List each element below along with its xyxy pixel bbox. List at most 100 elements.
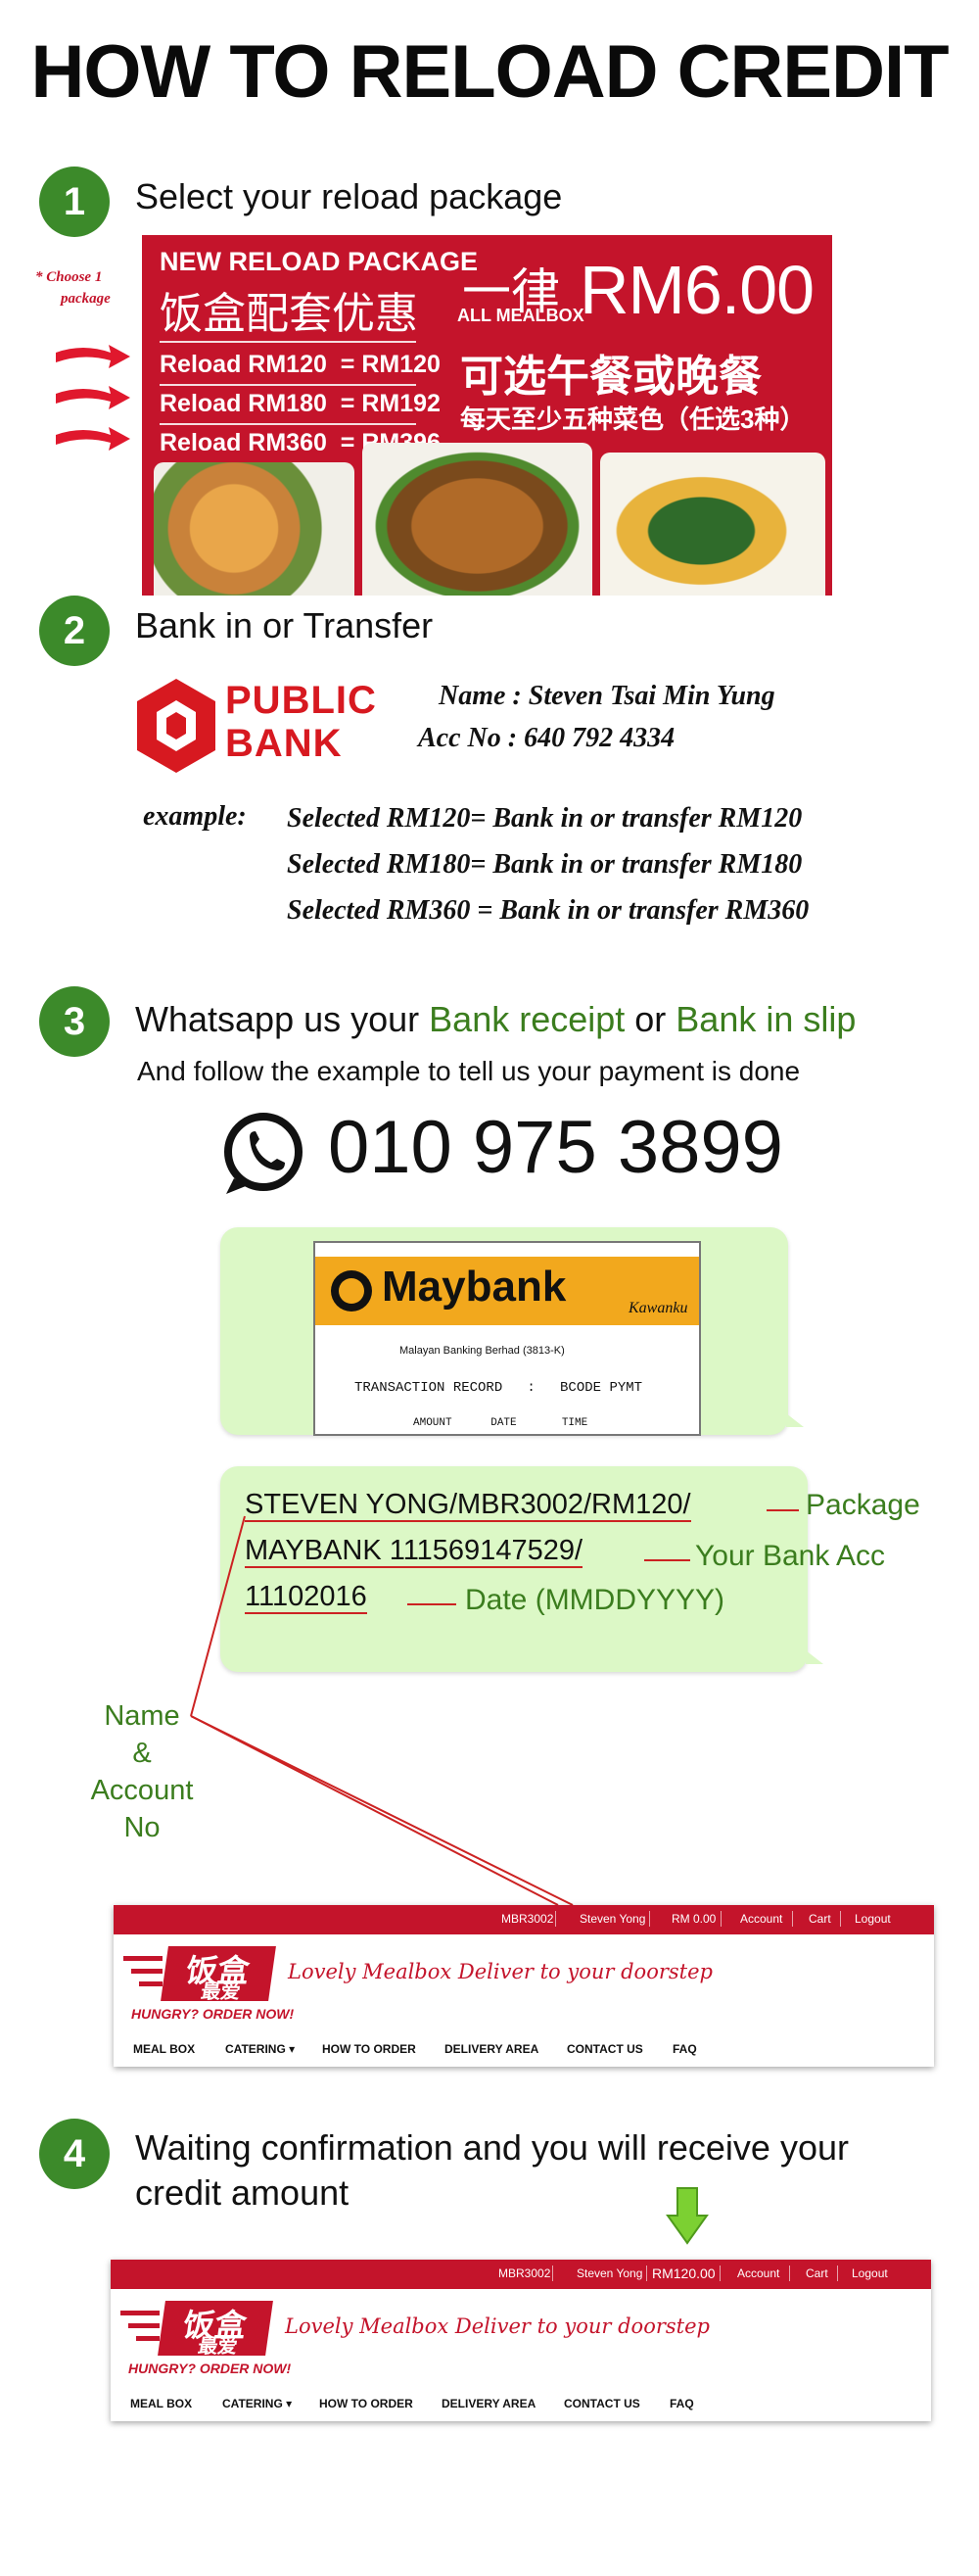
package-180[interactable]: Reload RM180 = RM192 <box>160 390 441 418</box>
green-down-arrow-icon <box>666 2187 709 2245</box>
step-4-title-line-1: Waiting confirmation and you will receiv… <box>135 2127 849 2168</box>
red-arrows-icon <box>56 345 130 451</box>
nav-faq[interactable]: FAQ <box>670 2397 694 2410</box>
topbar-separator <box>840 1911 841 1927</box>
public-bank-name-2: BANK <box>225 722 343 765</box>
topbar-separator <box>792 1911 793 1927</box>
topbar-separator <box>552 2266 553 2281</box>
site-slogan-hungry: HUNGRY? ORDER NOW! <box>128 2361 292 2376</box>
reload-package-banner: NEW RELOAD PACKAGE 饭盒配套优惠 Reload RM120 =… <box>142 235 832 596</box>
example-360: Selected RM360 = Bank in or transfer RM3… <box>287 895 810 926</box>
topbar-logout-link[interactable]: Logout <box>852 2266 888 2280</box>
annotation-connector-lines <box>190 1515 574 1906</box>
nav-delivery-area[interactable]: DELIVERY AREA <box>442 2397 536 2410</box>
maybank-header: Maybank Kawanku <box>315 1257 699 1325</box>
receipt-message-bubble: Maybank Kawanku Malayan Banking Berhad (… <box>220 1227 804 1436</box>
nav-contact-us[interactable]: CONTACT US <box>567 2042 643 2056</box>
step-2-title: Bank in or Transfer <box>135 605 434 645</box>
maybank-subbrand: Kawanku <box>629 1300 688 1316</box>
step-3-title: Whatsapp us your Bank receipt or Bank in… <box>135 999 856 1040</box>
account-number: Acc No : 640 792 4334 <box>418 723 676 753</box>
topbar-username[interactable]: Steven Yong <box>577 2266 642 2280</box>
step-2-badge: 2 <box>39 596 110 666</box>
logo-stripe <box>131 1969 163 1974</box>
bubble-tail <box>786 1413 804 1427</box>
maybank-brand: Maybank <box>382 1263 567 1311</box>
food-photo-2 <box>362 443 592 596</box>
topbar-separator <box>720 2266 721 2281</box>
package-120[interactable]: Reload RM120 = RM120 <box>160 351 441 379</box>
example-120: Selected RM120= Bank in or transfer RM12… <box>287 803 803 834</box>
banner-heading: NEW RELOAD PACKAGE <box>160 247 479 276</box>
nav-contact-us[interactable]: CONTACT US <box>564 2397 640 2410</box>
nav-meal-box[interactable]: MEAL BOX <box>133 2042 195 2056</box>
nav-catering[interactable]: CATERING ▾ <box>222 2397 292 2410</box>
receipt-image: Maybank Kawanku Malayan Banking Berhad (… <box>313 1241 701 1436</box>
choose-note: * Choose 1 package <box>35 266 111 310</box>
bank-in-slip-text: Bank in slip <box>676 999 857 1039</box>
public-bank-logo: PUBLIC BANK <box>135 673 399 779</box>
choose-note-line-2: package <box>61 291 111 307</box>
step-4-badge: 4 <box>39 2119 110 2189</box>
example-180: Selected RM180= Bank in or transfer RM18… <box>287 849 803 880</box>
topbar-account-link[interactable]: Account <box>740 1912 782 1926</box>
site-tagline: Lovely Mealbox Deliver to your doorstep <box>285 2314 710 2338</box>
nav-faq[interactable]: FAQ <box>673 2042 697 2056</box>
site-header-before: MBR3002 Steven Yong RM 0.00 Account Cart… <box>114 1905 934 2067</box>
step-1-title: Select your reload package <box>135 176 563 216</box>
site-logo-text-2: 最爱 <box>196 2336 239 2358</box>
topbar-separator <box>649 1911 650 1927</box>
nav-how-to-order[interactable]: HOW TO ORDER <box>319 2397 413 2410</box>
step-3-badge: 3 <box>39 986 110 1057</box>
receipt-record: TRANSACTION RECORD : BCODE PYMT <box>354 1380 643 1396</box>
lunch-dinner-cn: 可选午餐或晚餐 <box>460 353 762 401</box>
whatsapp-icon <box>224 1113 303 1194</box>
site-logo-text-2: 最爱 <box>199 1981 242 2003</box>
banner-rule <box>160 423 416 425</box>
site-slogan-hungry: HUNGRY? ORDER NOW! <box>131 2006 295 2022</box>
site-topbar: MBR3002 Steven Yong RM120.00 Account Car… <box>111 2260 931 2289</box>
logo-stripe <box>123 1956 163 1961</box>
topbar-separator <box>837 2266 838 2281</box>
topbar-credit-updated[interactable]: RM120.00 <box>652 2266 716 2281</box>
topbar-cart-link[interactable]: Cart <box>809 1912 831 1926</box>
nav-catering[interactable]: CATERING ▾ <box>225 2042 295 2056</box>
public-bank-emblem-icon <box>137 679 215 773</box>
site-header-after: MBR3002 Steven Yong RM120.00 Account Car… <box>111 2260 931 2421</box>
step-3-title-text: Whatsapp us your <box>135 999 430 1039</box>
topbar-cart-link[interactable]: Cart <box>806 2266 828 2280</box>
step-1-badge: 1 <box>39 167 110 237</box>
nav-delivery-area[interactable]: DELIVERY AREA <box>444 2042 538 2056</box>
food-photo-3 <box>600 453 825 596</box>
step-3-title-or: or <box>625 999 676 1039</box>
site-logo[interactable]: 饭盒 最爱 <box>158 2301 273 2358</box>
topbar-credit[interactable]: RM 0.00 <box>672 1912 716 1926</box>
nav-how-to-order[interactable]: HOW TO ORDER <box>322 2042 416 2056</box>
topbar-separator <box>721 1911 722 1927</box>
topbar-username[interactable]: Steven Yong <box>580 1912 645 1926</box>
choose-note-line-1: * Choose 1 <box>35 269 103 285</box>
example-label: example: <box>143 801 247 832</box>
topbar-member-id[interactable]: MBR3002 <box>501 1912 553 1926</box>
dishes-cn: 每天至少五种菜色（任选3种） <box>460 405 806 434</box>
all-mealbox-label: ALL MEALBOX <box>457 306 584 325</box>
site-tagline: Lovely Mealbox Deliver to your doorstep <box>288 1960 713 1983</box>
topbar-logout-link[interactable]: Logout <box>855 1912 891 1926</box>
logo-stripe <box>136 2336 160 2341</box>
receipt-company: Malayan Banking Berhad (3813-K) <box>399 1345 565 1357</box>
site-topbar: MBR3002 Steven Yong RM 0.00 Account Cart… <box>114 1905 934 1934</box>
whatsapp-number[interactable]: 010 975 3899 <box>328 1105 783 1190</box>
nav-meal-box[interactable]: MEAL BOX <box>130 2397 192 2410</box>
topbar-account-link[interactable]: Account <box>737 2266 779 2280</box>
receipt-columns: AMOUNT DATE TIME <box>413 1417 588 1429</box>
topbar-member-id[interactable]: MBR3002 <box>498 2266 550 2280</box>
topbar-separator <box>789 2266 790 2281</box>
step-4-title-line-2: credit amount <box>135 2172 350 2213</box>
page-title: HOW TO RELOAD CREDIT <box>30 30 949 114</box>
mealbox-price: RM6.00 <box>580 252 815 328</box>
step-3-subtitle: And follow the example to tell us your p… <box>137 1056 801 1086</box>
food-photo-1 <box>154 462 354 596</box>
topbar-separator <box>646 2266 647 2281</box>
site-logo[interactable]: 饭盒 最爱 <box>161 1946 276 2003</box>
banner-heading-cn: 饭盒配套优惠 <box>160 290 418 338</box>
